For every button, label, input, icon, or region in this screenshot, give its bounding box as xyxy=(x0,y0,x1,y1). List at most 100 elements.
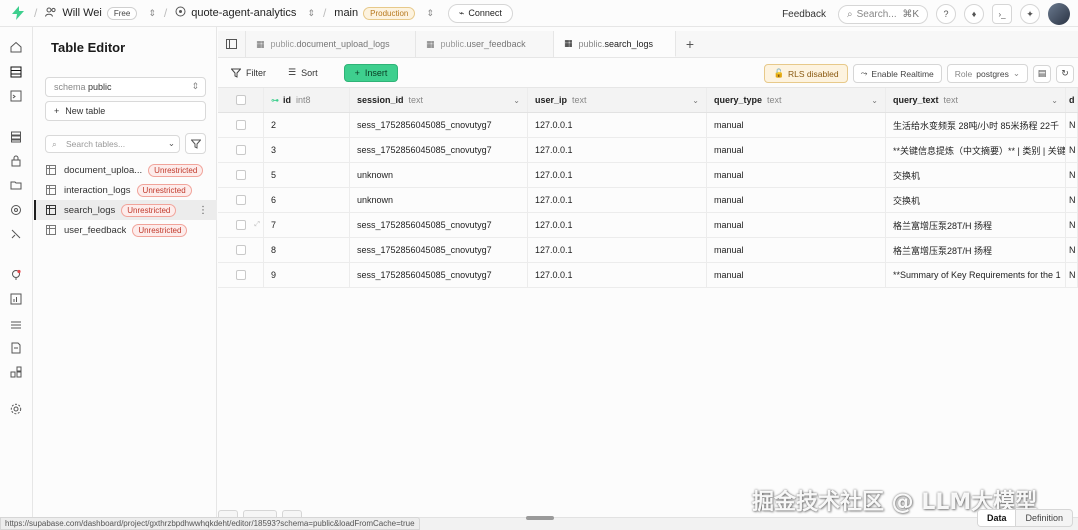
chevron-down-icon[interactable]: ⌄ xyxy=(871,96,878,105)
cell-query-type[interactable]: manual xyxy=(707,263,886,287)
cell-id[interactable]: 7 xyxy=(264,213,350,237)
cell-truncated[interactable]: N xyxy=(1066,213,1078,237)
sidebar-item-interaction-logs[interactable]: interaction_logs Unrestricted xyxy=(34,180,217,200)
cell-id[interactable]: 6 xyxy=(264,188,350,212)
cell-truncated[interactable]: N xyxy=(1066,163,1078,187)
chevron-down-icon[interactable]: ⌄ xyxy=(1051,96,1058,105)
table-editor-icon[interactable] xyxy=(9,65,23,79)
filter-button[interactable]: Filter xyxy=(231,68,266,78)
ai-assistant-icon[interactable]: ✦ xyxy=(1020,4,1040,24)
sidebar-item-search-logs[interactable]: search_logs Unrestricted ⋮ xyxy=(34,200,217,220)
table-row[interactable]: 5 unknown 127.0.0.1 manual 交换机 N xyxy=(218,163,1078,188)
cell-id[interactable]: 8 xyxy=(264,238,350,262)
column-header-truncated[interactable]: d xyxy=(1066,88,1078,112)
cell-session-id[interactable]: unknown xyxy=(350,188,528,212)
cell-query-type[interactable]: manual xyxy=(707,163,886,187)
column-header-query-type[interactable]: query_type text ⌄ xyxy=(707,88,886,112)
cell-user-ip[interactable]: 127.0.0.1 xyxy=(528,138,707,162)
cell-session-id[interactable]: sess_1752856045085_cnovutyg7 xyxy=(350,213,528,237)
api-docs-icon[interactable] xyxy=(9,341,23,355)
chevron-down-icon[interactable]: ⌄ xyxy=(513,96,520,105)
cell-query-text[interactable]: 格兰富增压泵28T/H 扬程 xyxy=(886,213,1066,237)
cell-session-id[interactable]: sess_1752856045085_cnovutyg7 xyxy=(350,238,528,262)
table-row[interactable]: 8 sess_1752856045085_cnovutyg7 127.0.0.1… xyxy=(218,238,1078,263)
realtime-icon[interactable] xyxy=(9,227,23,241)
settings-gear-icon[interactable] xyxy=(9,402,23,416)
cell-truncated[interactable]: N xyxy=(1066,238,1078,262)
storage-icon[interactable] xyxy=(9,178,23,192)
cell-truncated[interactable]: N xyxy=(1066,263,1078,287)
cell-truncated[interactable]: N xyxy=(1066,188,1078,212)
cell-query-text[interactable]: 生活给水变频泵 28吨/小时 85米扬程 22千 xyxy=(886,113,1066,137)
cell-user-ip[interactable]: 127.0.0.1 xyxy=(528,263,707,287)
row-checkbox[interactable] xyxy=(235,270,246,280)
role-select[interactable]: Role postgres ⌄ xyxy=(946,64,1028,83)
more-options-icon[interactable]: ⋮ xyxy=(198,205,208,216)
horizontal-scrollbar-handle[interactable] xyxy=(526,516,554,520)
expand-row-icon[interactable]: ⤢ xyxy=(254,221,260,229)
cell-id[interactable]: 3 xyxy=(264,138,350,162)
cell-query-type[interactable]: manual xyxy=(707,188,886,212)
auth-icon[interactable] xyxy=(9,154,23,168)
sidebar-item-user-feedback[interactable]: user_feedback Unrestricted xyxy=(34,220,217,240)
schema-select[interactable]: schema public ⇕ xyxy=(45,77,206,97)
column-header-query-text[interactable]: query_text text ⌄ xyxy=(886,88,1066,112)
cell-query-type[interactable]: manual xyxy=(707,138,886,162)
cell-session-id[interactable]: unknown xyxy=(350,163,528,187)
row-checkbox[interactable] xyxy=(235,120,246,130)
column-header-user-ip[interactable]: user_ip text ⌄ xyxy=(528,88,707,112)
row-checkbox[interactable] xyxy=(235,245,246,255)
new-table-button[interactable]: + New table xyxy=(45,101,206,121)
cell-truncated[interactable]: N xyxy=(1066,113,1078,137)
cell-id[interactable]: 5 xyxy=(264,163,350,187)
table-row[interactable]: 9 sess_1752856045085_cnovutyg7 127.0.0.1… xyxy=(218,263,1078,288)
logs-icon[interactable] xyxy=(9,318,23,332)
database-icon[interactable] xyxy=(9,130,23,144)
cell-session-id[interactable]: sess_1752856045085_cnovutyg7 xyxy=(350,138,528,162)
cell-query-text[interactable]: 交换机 xyxy=(886,188,1066,212)
connect-button[interactable]: ⌁ Connect xyxy=(447,3,513,23)
cell-user-ip[interactable]: 127.0.0.1 xyxy=(528,113,707,137)
row-checkbox[interactable] xyxy=(235,195,246,205)
project-selector[interactable]: quote-agent-analytics ⇕ xyxy=(175,6,315,20)
refresh-icon[interactable]: ↻ xyxy=(1056,64,1074,83)
data-view-tab[interactable]: Data xyxy=(977,510,1017,526)
tab-document-upload-logs[interactable]: ▦ public.document_upload_logs xyxy=(246,31,416,57)
cell-truncated[interactable]: N xyxy=(1066,138,1078,162)
cell-query-text[interactable]: 格兰富增压泵28T/H 扬程 xyxy=(886,238,1066,262)
branch-selector[interactable]: main Production ⇕ xyxy=(334,6,434,20)
cell-query-type[interactable]: manual xyxy=(707,238,886,262)
search-tables-input[interactable]: ⌕ Search tables... ⌄ xyxy=(45,135,180,153)
table-row[interactable]: ⤢ 7 sess_1752856045085_cnovutyg7 127.0.0… xyxy=(218,213,1078,238)
cell-query-type[interactable]: manual xyxy=(707,113,886,137)
home-icon[interactable] xyxy=(9,40,23,54)
help-icon[interactable]: ? xyxy=(936,4,956,24)
sort-button[interactable]: ☰ Sort xyxy=(288,67,318,78)
cell-query-text[interactable]: 交换机 xyxy=(886,163,1066,187)
row-checkbox[interactable] xyxy=(235,170,246,180)
branch-switch-chevron-icon[interactable]: ⇕ xyxy=(426,8,434,19)
cell-session-id[interactable]: sess_1752856045085_cnovutyg7 xyxy=(350,113,528,137)
cell-id[interactable]: 9 xyxy=(264,263,350,287)
cell-query-type[interactable]: manual xyxy=(707,213,886,237)
row-checkbox[interactable] xyxy=(235,145,246,155)
add-tab-plus-icon[interactable]: + xyxy=(676,31,704,57)
org-switch-chevron-icon[interactable]: ⇕ xyxy=(148,8,156,19)
filter-tables-button[interactable] xyxy=(185,133,206,154)
project-switch-chevron-icon[interactable]: ⇕ xyxy=(307,8,315,19)
table-row[interactable]: 2 sess_1752856045085_cnovutyg7 127.0.0.1… xyxy=(218,113,1078,138)
cell-session-id[interactable]: sess_1752856045085_cnovutyg7 xyxy=(350,263,528,287)
select-all-checkbox[interactable] xyxy=(235,95,246,105)
enable-realtime-button[interactable]: ⤳ Enable Realtime xyxy=(852,64,942,83)
row-checkbox[interactable] xyxy=(235,220,246,230)
definition-view-tab[interactable]: Definition xyxy=(1016,510,1072,526)
feedback-button[interactable]: Feedback xyxy=(782,9,826,20)
cell-user-ip[interactable]: 127.0.0.1 xyxy=(528,213,707,237)
org-selector[interactable]: Will Wei Free ⇕ xyxy=(45,6,156,20)
cell-user-ip[interactable]: 127.0.0.1 xyxy=(528,238,707,262)
chevron-down-icon[interactable]: ⌄ xyxy=(168,138,175,149)
avatar[interactable] xyxy=(1048,3,1070,25)
toggle-sidebar-icon[interactable] xyxy=(218,31,246,57)
table-row[interactable]: 3 sess_1752856045085_cnovutyg7 127.0.0.1… xyxy=(218,138,1078,163)
sidebar-item-document-upload-logs[interactable]: document_uploa... Unrestricted xyxy=(34,160,217,180)
